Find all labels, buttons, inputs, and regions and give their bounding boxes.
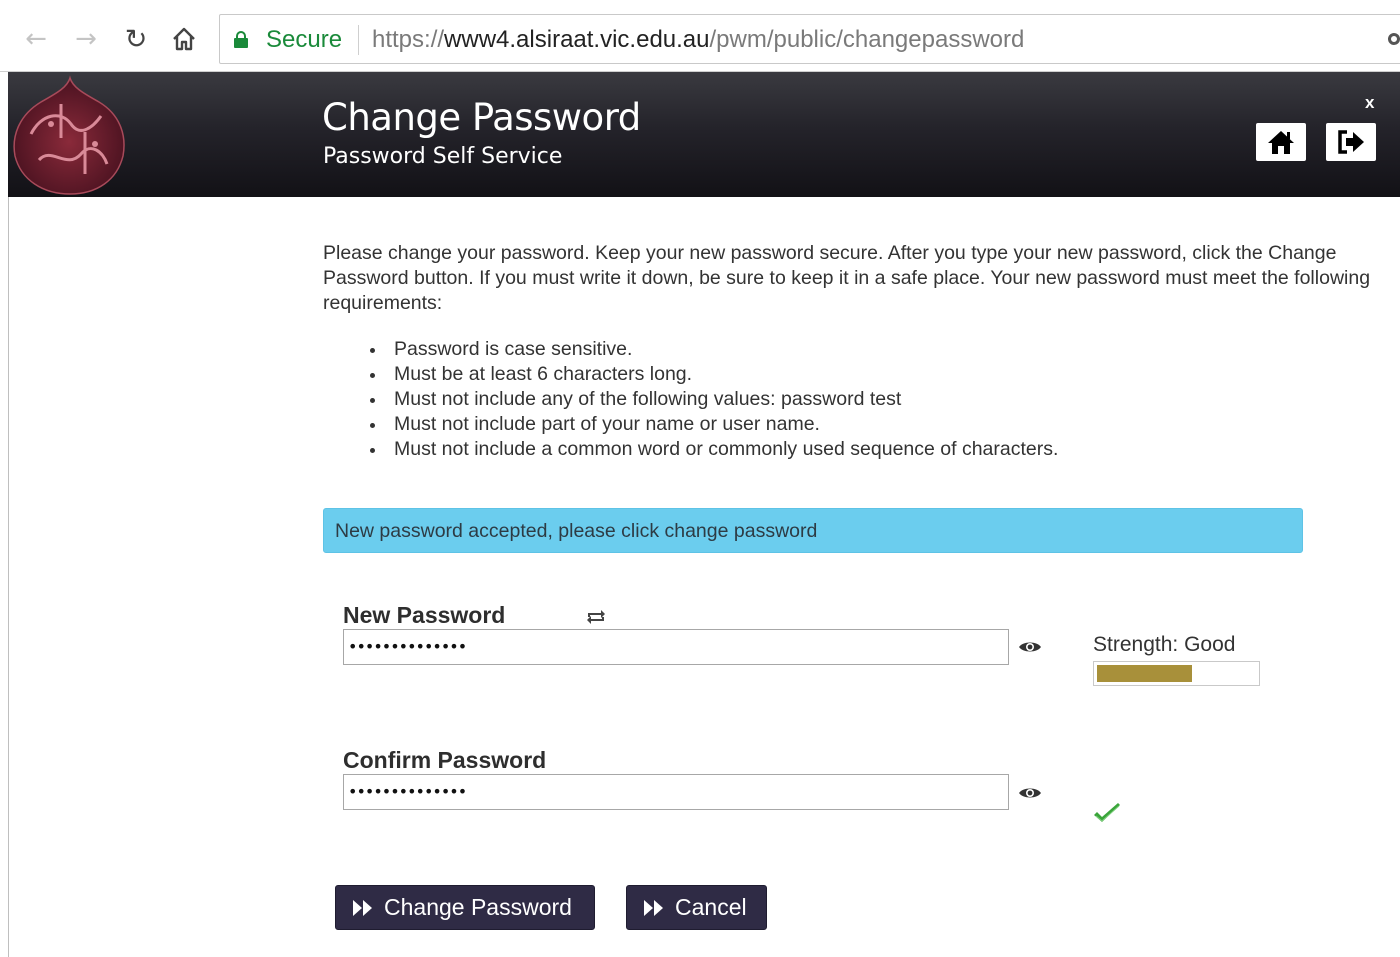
show-password-icon[interactable] bbox=[1018, 639, 1042, 655]
confirm-password-input[interactable]: •••••••••••••• bbox=[343, 774, 1009, 810]
match-checkmark-icon bbox=[1094, 803, 1120, 822]
change-password-button-label: Change Password bbox=[384, 894, 572, 920]
browser-home-icon[interactable] bbox=[170, 22, 198, 56]
strength-value: Good bbox=[1184, 633, 1236, 656]
home-icon bbox=[1268, 131, 1294, 154]
forward-arrow-icon[interactable]: → bbox=[72, 22, 100, 56]
status-alert: New password accepted, please click chan… bbox=[323, 508, 1303, 553]
requirements-list: Password is case sensitive. Must be at l… bbox=[370, 337, 1058, 462]
browser-toolbar: ← → ↻ Secure https://www4.alsiraat.vic.e… bbox=[0, 0, 1400, 72]
logout-icon bbox=[1338, 130, 1364, 154]
fast-forward-icon bbox=[353, 899, 372, 916]
reload-icon[interactable]: ↻ bbox=[122, 22, 150, 56]
new-password-input[interactable]: •••••••••••••• bbox=[343, 629, 1009, 665]
extension-icon[interactable] bbox=[1388, 33, 1400, 45]
show-confirm-password-icon[interactable] bbox=[1018, 785, 1042, 801]
strength-label: Strength: Good bbox=[1093, 633, 1236, 656]
requirement-item: Must not include any of the following va… bbox=[370, 387, 1058, 412]
back-arrow-icon[interactable]: ← bbox=[22, 22, 50, 56]
confirm-password-label: Confirm Password bbox=[343, 747, 547, 773]
close-button[interactable]: x bbox=[1365, 93, 1374, 113]
address-bar[interactable]: Secure https://www4.alsiraat.vic.edu.au/… bbox=[219, 14, 1400, 64]
generate-password-icon[interactable] bbox=[584, 607, 608, 627]
page-border bbox=[8, 72, 9, 957]
cancel-button-label: Cancel bbox=[675, 894, 747, 920]
strength-meter bbox=[1093, 661, 1260, 686]
instructions-text: Please change your password. Keep your n… bbox=[323, 242, 1371, 314]
secure-label: Secure bbox=[266, 26, 343, 53]
fast-forward-icon bbox=[644, 899, 663, 916]
requirement-item: Password is case sensitive. bbox=[370, 337, 1058, 362]
requirement-item: Must be at least 6 characters long. bbox=[370, 362, 1058, 387]
logout-button[interactable] bbox=[1326, 123, 1376, 161]
page-header: Change Password Password Self Service x bbox=[8, 72, 1400, 197]
page-subtitle: Password Self Service bbox=[323, 144, 563, 169]
school-logo bbox=[13, 75, 125, 195]
change-password-button[interactable]: Change Password bbox=[335, 885, 595, 930]
url-text[interactable]: https://www4.alsiraat.vic.edu.au/pwm/pub… bbox=[372, 26, 1024, 54]
lock-icon bbox=[234, 31, 248, 48]
page-title: Change Password bbox=[322, 96, 641, 139]
requirement-item: Must not include a common word or common… bbox=[370, 437, 1058, 462]
address-divider bbox=[358, 25, 359, 55]
status-alert-text: New password accepted, please click chan… bbox=[335, 520, 818, 542]
requirement-item: Must not include part of your name or us… bbox=[370, 412, 1058, 437]
home-button[interactable] bbox=[1256, 123, 1306, 161]
strength-meter-fill bbox=[1097, 665, 1193, 682]
new-password-label: New Password bbox=[343, 602, 506, 628]
cancel-button[interactable]: Cancel bbox=[626, 885, 767, 930]
